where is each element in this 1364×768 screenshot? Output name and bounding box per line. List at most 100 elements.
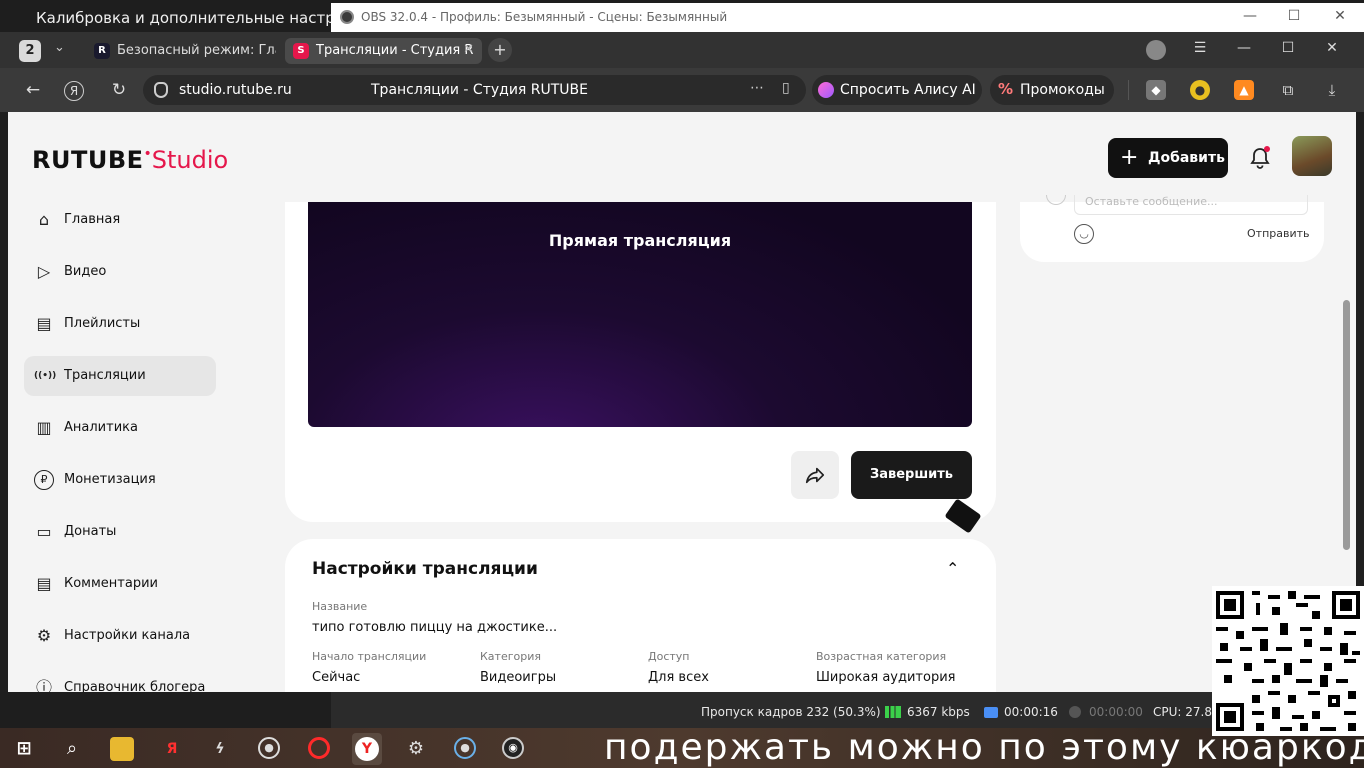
browser-menu-icon[interactable]: ☰ (1190, 40, 1210, 56)
sidebar-item-label: Видео (64, 264, 107, 279)
steam-icon[interactable]: ● (258, 737, 280, 759)
sidebar-item-label: Комментарии (64, 576, 158, 591)
windows-start-icon[interactable]: ⊞ (12, 737, 36, 761)
rutube-studio-logo[interactable]: RUTUBE•Studio (32, 146, 228, 174)
obs-maximize-button[interactable]: ☐ (1284, 8, 1304, 24)
sidebar-item-label: Донаты (64, 524, 117, 539)
sidebar-item-playlists[interactable]: ▤ Плейлисты (24, 304, 216, 344)
category-label: Категория (480, 650, 541, 663)
browser-tab-safe-mode[interactable]: R Безопасный режим: Глав (86, 38, 276, 64)
browser-tab-streams[interactable]: S Трансляции - Студия R ✕ (285, 38, 482, 64)
background-window-title: Калибровка и дополнительные настрой (36, 9, 336, 27)
logo-main-text: RUTUBE (32, 146, 144, 174)
browser-close-button[interactable]: ✕ (1322, 40, 1342, 56)
app-lightning-icon[interactable]: ϟ (208, 737, 232, 761)
new-tab-button[interactable]: + (488, 38, 512, 62)
close-tab-icon[interactable]: ✕ (463, 42, 474, 57)
collections-icon[interactable]: ⧉ (1278, 80, 1298, 100)
qr-code-image (1212, 586, 1364, 736)
extension-cube-icon[interactable]: ◆ (1146, 80, 1166, 100)
share-button[interactable] (791, 451, 839, 499)
send-button[interactable]: Отправить (1247, 227, 1310, 240)
notification-dot (1264, 146, 1270, 152)
download-icon[interactable]: ⤓ (1322, 80, 1342, 100)
yandex-browser-icon[interactable]: Я (160, 737, 184, 761)
sidebar-item-analytics[interactable]: ▥ Аналитика (24, 408, 216, 448)
obs-logo-icon (340, 10, 354, 24)
sidebar-item-label: Трансляции (64, 368, 146, 383)
finish-stream-button[interactable]: Завершить (851, 451, 972, 499)
record-time-status: 00:00:00 (1089, 705, 1143, 719)
age-value: Широкая аудитория (816, 670, 956, 685)
tab-label: Трансляции - Студия R (316, 43, 474, 58)
toolbar-divider (1128, 80, 1129, 100)
address-url[interactable]: studio.rutube.ru (179, 82, 292, 98)
more-icon[interactable]: ⋯ (750, 80, 764, 96)
chevron-down-icon[interactable]: ⌄ (54, 40, 65, 55)
ruble-icon: ₽ (34, 470, 54, 490)
sidebar-item-streams[interactable]: ((•)) Трансляции (24, 356, 216, 396)
yandex-icon[interactable]: Я (64, 81, 84, 101)
access-value: Для всех (648, 670, 709, 685)
obs-taskbar-icon[interactable]: ◉ (502, 737, 524, 759)
yandex-active-icon[interactable]: Y (352, 733, 382, 765)
category-value: Видеоигры (480, 670, 557, 685)
home-icon: ⌂ (38, 210, 50, 229)
info-icon: ⓘ (35, 678, 52, 692)
start-value: Сейчас (312, 670, 361, 685)
emoji-icon[interactable]: ◡ (1074, 224, 1094, 244)
chevron-up-icon[interactable]: ⌃ (946, 559, 959, 578)
add-button[interactable]: + Добавить (1108, 138, 1228, 178)
settings-title: Настройки трансляции (312, 559, 538, 579)
obs-minimize-button[interactable]: — (1240, 8, 1260, 24)
gear-icon: ⚙ (36, 626, 52, 645)
analytics-icon: ▥ (36, 418, 52, 437)
stream-status-icon (984, 707, 998, 718)
extension-tag-icon[interactable]: ▲ (1234, 80, 1254, 100)
profile-avatar-icon[interactable] (1146, 40, 1166, 60)
extension-coin-icon[interactable]: ● (1190, 80, 1210, 100)
file-explorer-icon[interactable] (110, 737, 134, 761)
reload-icon[interactable]: ↻ (108, 80, 130, 100)
search-icon[interactable]: ⌕ (60, 737, 84, 761)
browser-maximize-button[interactable]: ☐ (1278, 40, 1298, 56)
sidebar-item-monetization[interactable]: ₽ Монетизация (24, 460, 216, 500)
sidebar-item-home[interactable]: ⌂ Главная (24, 200, 216, 240)
video-icon: ▷ (37, 262, 51, 281)
ask-alice-label: Спросить Алису AI (840, 82, 976, 98)
bitrate-status: 6367 kbps (907, 705, 970, 719)
broadcast-icon: ((•)) (34, 371, 57, 381)
steam-alt-icon[interactable]: ● (454, 737, 476, 759)
sidebar-item-comments[interactable]: ▤ Комментарии (24, 564, 216, 604)
address-page-title: Трансляции - Студия RUTUBE (371, 82, 589, 98)
browser-minimize-button[interactable]: — (1234, 40, 1254, 56)
share-arrow-icon (805, 467, 825, 484)
sidebar-item-label: Справочник блогера (64, 680, 206, 692)
settings-gear-icon[interactable]: ⚙ (404, 737, 428, 761)
playlist-icon: ▤ (36, 314, 52, 333)
plus-icon: + (1120, 145, 1139, 170)
shield-icon[interactable] (154, 82, 168, 98)
obs-close-button[interactable]: ✕ (1330, 8, 1350, 24)
bookmark-icon[interactable]: ▯ (782, 80, 790, 96)
opera-icon[interactable] (308, 737, 330, 759)
logo-studio-text: Studio (151, 146, 229, 174)
signal-bars-icon (885, 706, 901, 718)
wallet-icon: ▭ (36, 522, 52, 541)
sidebar-item-channel-settings[interactable]: ⚙ Настройки канала (24, 616, 216, 656)
obs-window-title: OBS 32.0.4 - Профиль: Безымянный - Сцены… (361, 10, 728, 24)
rutube-favicon-icon: R (94, 43, 110, 59)
sidebar-item-video[interactable]: ▷ Видео (24, 252, 216, 292)
scrollbar[interactable] (1343, 300, 1350, 550)
desktop-strip (0, 692, 331, 728)
tab-label: Безопасный режим: Глав (117, 43, 276, 58)
stream-time-status: 00:00:16 (1004, 705, 1058, 719)
sidebar-item-blogger-guide[interactable]: ⓘ Справочник блогера (24, 668, 216, 692)
sidebar-item-donations[interactable]: ▭ Донаты (24, 512, 216, 552)
back-arrow-icon[interactable]: ← (22, 80, 44, 100)
sidebar-item-label: Плейлисты (64, 316, 141, 331)
chat-message-input[interactable]: Оставьте сообщение... (1074, 195, 1308, 215)
avatar[interactable] (1292, 136, 1332, 176)
tab-group-counter[interactable]: 2 (19, 40, 41, 62)
ask-alice-button[interactable]: Спросить Алису AI (812, 75, 982, 105)
